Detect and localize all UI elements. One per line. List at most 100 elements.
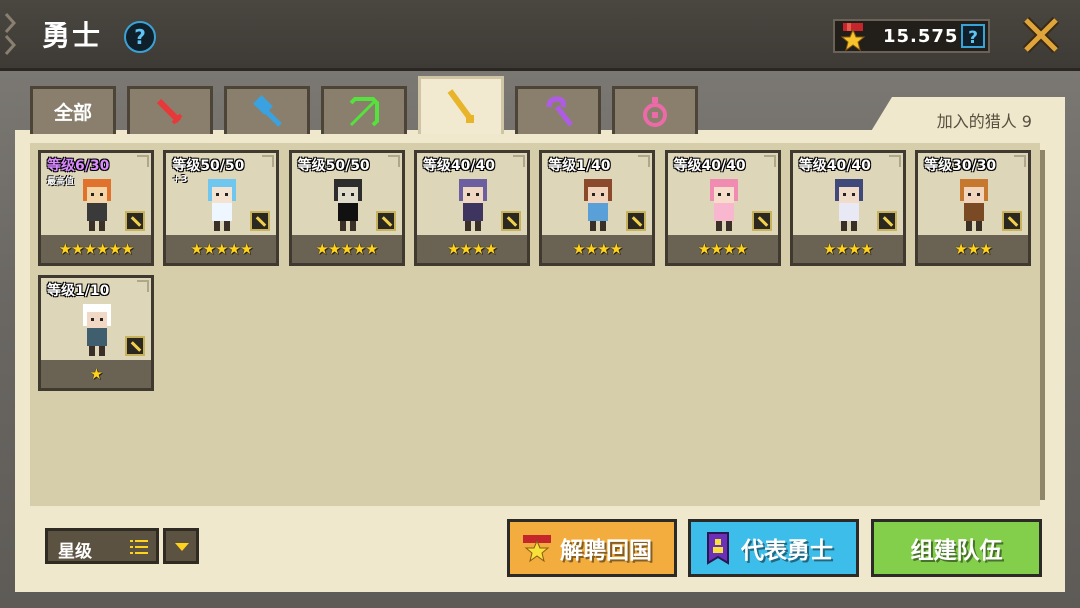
tab-sword[interactable] [127, 86, 213, 134]
hunter-sprite-icon [709, 179, 738, 231]
star-bar: ★★★★★★ [41, 235, 151, 263]
hunter-sprite-icon [83, 304, 111, 356]
hunter-level: 等级40/40 [798, 158, 871, 174]
sort-dropdown-button[interactable] [163, 528, 199, 564]
close-icon[interactable] [1020, 14, 1062, 56]
card-corner-decor [888, 155, 901, 167]
hunter-level: 等级40/40 [422, 158, 495, 174]
hunter-level: 等级30/30 [924, 158, 997, 174]
hunter-sprite-icon [333, 179, 362, 231]
gun-weapon-icon [1002, 211, 1023, 231]
tab-all-label: 全部 [53, 102, 92, 124]
hunter-sprite-icon [960, 179, 989, 231]
card-corner-decor [763, 155, 776, 167]
hunter-card[interactable]: 等级30/30 ★★★ [915, 150, 1032, 266]
star-rating: ★★★ [954, 240, 992, 258]
tab-hammer[interactable] [224, 86, 310, 134]
star-rating: ★★★★ [822, 240, 874, 258]
currency-help-icon[interactable]: ? [961, 24, 985, 48]
star-rating: ★★★★ [446, 240, 498, 258]
chevron-down-icon [175, 543, 189, 551]
form-team-button[interactable]: 组建队伍 [871, 519, 1042, 577]
hunter-card[interactable]: 等级1/40 ★★★★ [539, 150, 656, 266]
grid-scrollbar[interactable] [1040, 150, 1045, 500]
star-rating: ★ [89, 365, 103, 383]
star-bar: ★★★ [918, 235, 1029, 263]
hunter-level: 等级1/40 [548, 158, 611, 174]
sort-selector[interactable]: 星级 [45, 528, 159, 564]
gun-weapon-icon [626, 211, 647, 231]
hunter-sprite-icon [83, 179, 111, 231]
hunter-sprite-icon [584, 179, 613, 231]
list-icon [130, 540, 148, 554]
hunter-card[interactable]: 等级40/40 ★★★★ [789, 150, 906, 266]
star-bar: ★ [41, 360, 151, 388]
bow-icon [349, 96, 379, 126]
tab-all[interactable]: 全部 [30, 86, 116, 134]
hunter-note: 最高值 [47, 177, 75, 187]
star-bar: ★★★★ [667, 235, 778, 263]
top-bar: 勇士 ? 15.575 ? [0, 0, 1080, 71]
dismiss-button[interactable]: 解聘回国 [507, 519, 677, 577]
gun-weapon-icon [125, 211, 145, 231]
star-bar: ★★★★ [792, 235, 903, 263]
card-corner-decor [387, 155, 400, 167]
hunter-sprite-icon [208, 179, 237, 231]
gun-weapon-icon [751, 211, 772, 231]
star-bar: ★★★★★ [291, 235, 402, 263]
banner-icon [707, 532, 729, 565]
sort-label: 星级 [58, 542, 92, 562]
gun-weapon-icon [876, 211, 897, 231]
form-team-label: 组建队伍 [910, 538, 1003, 564]
dismiss-icon [523, 535, 551, 563]
star-bar: ★★★★ [416, 235, 527, 263]
amulet-icon [643, 96, 667, 127]
card-corner-decor [137, 280, 149, 292]
hunter-card[interactable]: 等级6/30 最高值 ★★★★★★ [38, 150, 154, 266]
gun-weapon-icon [500, 211, 521, 231]
tab-bow[interactable] [321, 86, 407, 134]
currency-display: 15.575 ? [833, 19, 990, 53]
hunter-note: +3 [172, 174, 188, 185]
representative-button[interactable]: 代表勇士 [688, 519, 859, 577]
hunter-sprite-icon [834, 179, 863, 231]
hunter-card[interactable]: 等级50/50 +3 ★★★★★ [163, 150, 280, 266]
hunter-card[interactable]: 等级40/40 ★★★★ [413, 150, 530, 266]
joined-hunters-count: 加入的猎人 9 [936, 112, 1032, 131]
gun-weapon-icon [250, 211, 271, 231]
card-corner-decor [137, 155, 149, 167]
hunter-level: 等级6/30 [47, 158, 110, 174]
star-rating: ★★★★ [572, 240, 623, 258]
medal-icon [840, 23, 866, 51]
star-rating: ★★★★★ [190, 240, 253, 258]
star-rating: ★★★★★★ [58, 240, 135, 258]
card-corner-decor [262, 155, 275, 167]
card-corner-decor [1014, 155, 1027, 167]
hunter-level: 等级50/50 [172, 158, 245, 174]
representative-label: 代表勇士 [741, 538, 833, 564]
hunter-card[interactable]: 等级50/50 ★★★★★ [288, 150, 405, 266]
dismiss-label: 解聘回国 [560, 538, 652, 564]
tab-amulet[interactable] [612, 86, 698, 134]
hunter-level: 等级50/50 [297, 158, 370, 174]
sword-icon [156, 98, 183, 124]
star-bar: ★★★★ [542, 235, 653, 263]
gun-icon [447, 88, 475, 123]
star-bar: ★★★★★ [166, 235, 277, 263]
currency-amount: 15.575 [883, 26, 959, 47]
gun-weapon-icon [125, 336, 145, 356]
gun-weapon-icon [375, 211, 396, 231]
help-icon[interactable]: ? [124, 21, 156, 53]
staff-icon [546, 95, 573, 127]
hunter-card[interactable]: 等级40/40 ★★★★ [664, 150, 781, 266]
hunter-level: 等级40/40 [673, 158, 746, 174]
star-rating: ★★★★ [697, 240, 749, 258]
hunter-card[interactable]: 等级1/10 ★ [38, 275, 154, 391]
card-corner-decor [512, 155, 525, 167]
card-corner-decor [638, 155, 651, 167]
tab-staff[interactable] [515, 86, 601, 134]
decor-chevron-icon [4, 13, 17, 55]
hammer-icon [253, 94, 282, 127]
tab-gun[interactable] [418, 76, 504, 134]
hunter-level: 等级1/10 [47, 283, 110, 299]
